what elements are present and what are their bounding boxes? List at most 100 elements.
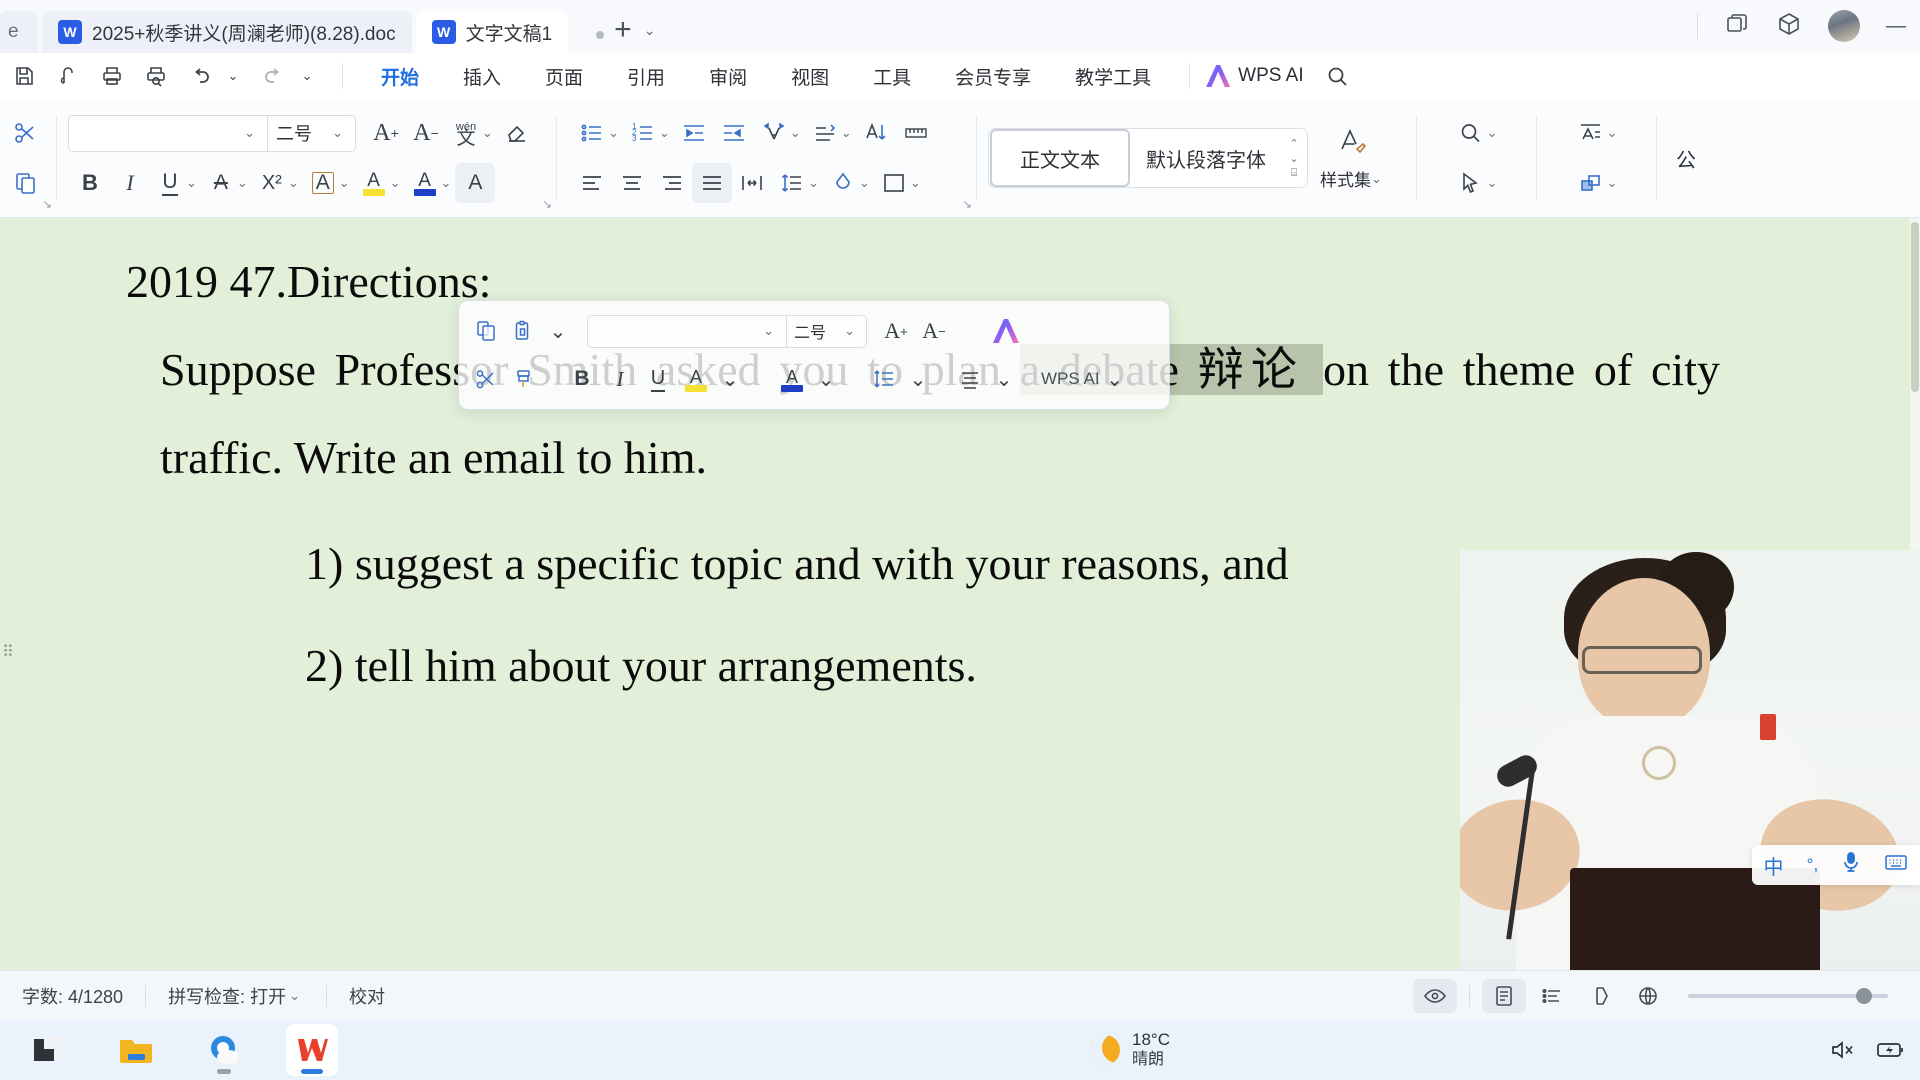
select-text-icon[interactable] [1571, 113, 1611, 153]
style-gallery-scroller[interactable]: ⌃ ⌄ ⌸ [1281, 137, 1307, 180]
font-color-button[interactable]: A [405, 163, 445, 203]
style-set-button[interactable]: 样式集 ⌄ [1314, 115, 1392, 201]
undo-icon[interactable] [178, 58, 222, 94]
character-shading-button[interactable]: A [455, 163, 496, 203]
shrink-font-icon[interactable]: A − [406, 113, 446, 153]
mini-wps-ai-label[interactable]: WPS AI [1041, 369, 1100, 389]
new-tab-button[interactable]: + [614, 15, 632, 45]
numbered-list-icon[interactable]: 1 2 3 [623, 113, 663, 153]
ime-language-toggle[interactable]: 中 [1764, 851, 1784, 880]
spellcheck-status[interactable]: 拼写检查: 打开 ⌄ [146, 983, 326, 1009]
web-layout-icon[interactable] [1578, 979, 1622, 1013]
chevron-down-icon[interactable]: ⌄ [1607, 175, 1618, 191]
eraser-icon[interactable] [497, 113, 537, 153]
shading-icon[interactable] [823, 163, 863, 203]
chevron-down-icon[interactable]: ⌄ [390, 175, 401, 191]
underline-button[interactable]: U [150, 163, 190, 203]
chevron-down-icon[interactable]: ⌄ [186, 175, 197, 191]
chevron-down-icon[interactable]: ⌄ [899, 360, 937, 398]
align-center-icon[interactable] [612, 163, 652, 203]
line-spacing-icon[interactable] [772, 163, 812, 203]
tab-document-1[interactable]: W 2025+秋季讲义(周澜老师)(8.28).doc [42, 11, 412, 53]
menu-tab-member[interactable]: 会员专享 [933, 59, 1053, 94]
align-right-icon[interactable] [652, 163, 692, 203]
mini-shrink-font-icon[interactable]: A − [915, 312, 953, 350]
strikethrough-button[interactable]: A [201, 163, 241, 203]
more-commands-icon[interactable]: ⌄ [292, 58, 322, 94]
chevron-down-icon[interactable]: ⌄ [985, 360, 1023, 398]
chevron-down-icon[interactable]: ⌄ [441, 175, 452, 191]
menu-tab-review[interactable]: 审阅 [687, 59, 769, 94]
mini-font-color-button[interactable]: A [773, 360, 811, 398]
ime-toolbar[interactable]: 中 °, [1752, 845, 1920, 885]
show-formatting-marks-icon[interactable] [896, 113, 936, 153]
chevron-down-icon[interactable]: ⌄ [808, 175, 819, 191]
chevron-down-icon[interactable]: ⌄ [859, 175, 870, 191]
chevron-down-icon[interactable]: ⌄ [807, 360, 845, 398]
decrease-indent-icon[interactable] [674, 113, 714, 153]
chevron-down-icon[interactable]: ⌄ [1096, 360, 1134, 398]
scroll-up-icon[interactable]: ⌃ [1289, 137, 1298, 150]
menu-tab-start[interactable]: 开始 [359, 59, 441, 94]
browser-icon[interactable] [198, 1024, 250, 1076]
text-direction-icon[interactable] [754, 113, 794, 153]
chevron-down-icon[interactable]: ⌄ [910, 175, 921, 191]
mini-grow-font-icon[interactable]: A + [877, 312, 915, 350]
volume-muted-icon[interactable] [1830, 1038, 1856, 1062]
redo-icon[interactable] [252, 58, 296, 94]
line-spacing-icon[interactable] [865, 360, 903, 398]
start-icon[interactable] [22, 1024, 74, 1076]
chevron-down-icon[interactable]: ⌄ [659, 125, 670, 141]
menu-tab-tools[interactable]: 工具 [851, 59, 933, 94]
paragraph-layout-icon[interactable] [805, 113, 845, 153]
align-left-icon[interactable] [572, 163, 612, 203]
style-gallery[interactable]: 正文文本 默认段落字体 ⌃ ⌄ ⌸ [988, 128, 1308, 188]
paste-icon[interactable] [6, 163, 46, 203]
reading-layout-icon[interactable] [1413, 978, 1457, 1013]
grow-font-icon[interactable]: A + [366, 113, 406, 153]
chevron-down-icon[interactable]: ⌄ [482, 125, 493, 141]
chevron-down-icon[interactable]: ⌄ [1487, 125, 1498, 141]
cloud-sync-icon[interactable] [46, 58, 90, 94]
microphone-icon[interactable] [1841, 851, 1861, 879]
cursor-select-icon[interactable] [1451, 163, 1491, 203]
font-dialog-launcher[interactable]: ↘ [542, 197, 552, 211]
floating-mini-toolbar[interactable]: ⌄ ⌄ 二号 ⌄ A + A − B I U A ⌄ A ⌄ ⌄ ⌄ WPS A… [458, 300, 1170, 410]
paragraph-dialog-launcher[interactable]: ↘ [962, 197, 972, 211]
avatar[interactable] [1828, 10, 1860, 42]
keyboard-icon[interactable] [1884, 852, 1908, 878]
chevron-down-icon[interactable]: ⌄ [841, 125, 852, 141]
font-family-select[interactable]: ⌄ [68, 114, 268, 152]
document-text[interactable]: 2019 47.Directions: Suppose Professor Sm… [0, 218, 1920, 710]
paste-icon[interactable] [505, 312, 543, 350]
weather-widget[interactable]: 18°C 晴朗 [1085, 1030, 1170, 1070]
wps-office-icon[interactable] [286, 1024, 338, 1076]
distribute-icon[interactable] [732, 163, 772, 203]
outline-icon[interactable] [1530, 979, 1574, 1013]
character-border-button[interactable]: A [303, 163, 343, 203]
print-icon[interactable] [90, 58, 134, 94]
menu-tab-reference[interactable]: 引用 [605, 59, 687, 94]
mini-italic-button[interactable]: I [601, 360, 639, 398]
presentation-icon[interactable] [1626, 979, 1670, 1013]
chevron-down-icon[interactable]: ⌄ [1487, 175, 1498, 191]
find-icon[interactable] [1451, 113, 1491, 153]
bullet-list-icon[interactable] [572, 113, 612, 153]
format-painter-icon[interactable] [505, 360, 543, 398]
undo-dropdown-icon[interactable]: ⌄ [218, 58, 248, 94]
chevron-down-icon[interactable]: ⌄ [339, 175, 350, 191]
document-list-item-2[interactable]: 2) tell him about your arrangements. [305, 622, 1565, 710]
font-size-select[interactable]: 二号 ⌄ [268, 114, 356, 152]
style-paragraph-font[interactable]: 默认段落字体 [1131, 129, 1281, 187]
arrange-objects-icon[interactable] [1571, 163, 1611, 203]
align-icon[interactable] [951, 360, 989, 398]
chevron-down-icon[interactable]: ⌄ [711, 360, 749, 398]
battery-charging-icon[interactable] [1876, 1039, 1906, 1061]
italic-button[interactable]: I [110, 163, 150, 203]
file-explorer-icon[interactable] [110, 1024, 162, 1076]
save-icon[interactable] [2, 58, 46, 94]
pinyin-guide-icon[interactable]: wén 文 [446, 113, 486, 153]
chevron-down-icon[interactable]: ⌄ [288, 175, 299, 191]
superscript-button[interactable]: X² [252, 163, 292, 203]
borders-icon[interactable] [874, 163, 914, 203]
